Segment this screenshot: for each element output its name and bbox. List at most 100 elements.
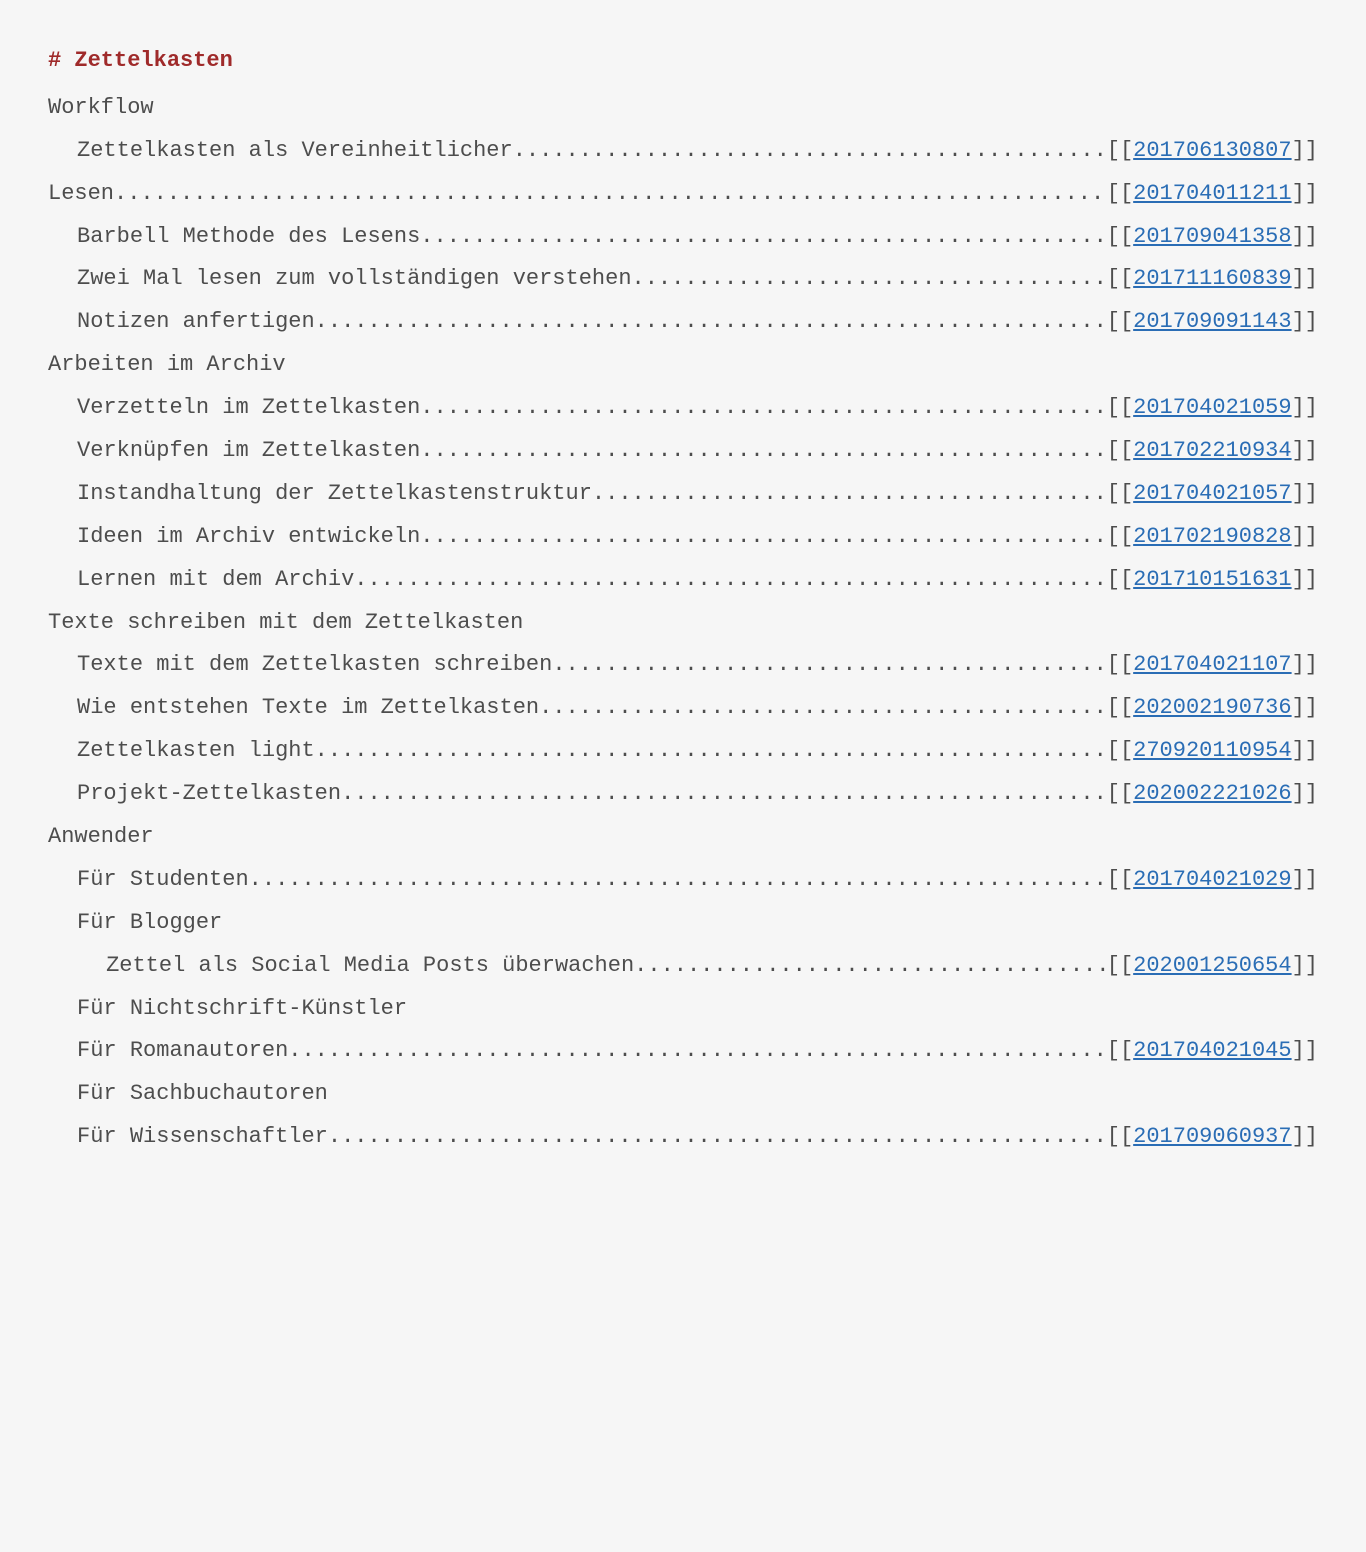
- wikilink: [[201704021107]]: [1107, 644, 1318, 687]
- wikilink-id[interactable]: 201702190828: [1133, 524, 1291, 549]
- outline-row: Workflow: [48, 87, 1318, 130]
- wikilink: [[201709091143]]: [1107, 301, 1318, 344]
- outline-row: Lernen mit dem Archiv[[201710151631]]: [48, 559, 1318, 602]
- outline-row: Anwender: [48, 816, 1318, 859]
- wikilink: [[201704021059]]: [1107, 387, 1318, 430]
- bracket-open: [[: [1107, 181, 1133, 206]
- bracket-close: ]]: [1292, 781, 1318, 806]
- bracket-open: [[: [1107, 695, 1133, 720]
- outline-label: Für Sachbuchautoren: [77, 1073, 328, 1116]
- wikilink-id[interactable]: 201709060937: [1133, 1124, 1291, 1149]
- outline-label: Zettelkasten light: [77, 730, 315, 773]
- outline-row: Wie entstehen Texte im Zettelkasten[[202…: [48, 687, 1318, 730]
- outline-label: Barbell Methode des Lesens: [77, 216, 420, 259]
- outline-label: Für Wissenschaftler: [77, 1116, 328, 1159]
- outline-label: Zettel als Social Media Posts überwachen: [106, 945, 634, 988]
- wikilink: [[201702210934]]: [1107, 430, 1318, 473]
- bracket-close: ]]: [1292, 867, 1318, 892]
- bracket-close: ]]: [1292, 695, 1318, 720]
- outline-row: Zettel als Social Media Posts überwachen…: [48, 945, 1318, 988]
- wikilink: [[201704021045]]: [1107, 1030, 1318, 1073]
- bracket-close: ]]: [1292, 181, 1318, 206]
- dot-leader: [420, 216, 1106, 259]
- wikilink: [[270920110954]]: [1107, 730, 1318, 773]
- outline-row: Texte schreiben mit dem Zettelkasten: [48, 602, 1318, 645]
- wikilink: [[201702190828]]: [1107, 516, 1318, 559]
- wikilink-id[interactable]: 201709091143: [1133, 309, 1291, 334]
- wikilink-id[interactable]: 201711160839: [1133, 266, 1291, 291]
- outline-row: Für Sachbuchautoren: [48, 1073, 1318, 1116]
- outline-row: Lesen [[201704011211]]: [48, 173, 1318, 216]
- wikilink-id[interactable]: 202002221026: [1133, 781, 1291, 806]
- outline-row: Verknüpfen im Zettelkasten [[201702210934…: [48, 430, 1318, 473]
- bracket-open: [[: [1107, 738, 1133, 763]
- outline-label: Zwei Mal lesen zum vollständigen versteh…: [77, 258, 632, 301]
- outline-label: Notizen anfertigen: [77, 301, 315, 344]
- wikilink-id[interactable]: 201710151631: [1133, 567, 1291, 592]
- wikilink-id[interactable]: 201704021045: [1133, 1038, 1291, 1063]
- outline-label: Verzetteln im Zettelkasten: [77, 387, 420, 430]
- outline-label: Workflow: [48, 87, 154, 130]
- bracket-close: ]]: [1292, 738, 1318, 763]
- outline-row: Für Blogger: [48, 902, 1318, 945]
- wikilink-id[interactable]: 201704021107: [1133, 652, 1291, 677]
- wikilink-id[interactable]: 202002190736: [1133, 695, 1291, 720]
- dot-leader: [328, 1116, 1107, 1159]
- outline-row: Für Wissenschaftler [[201709060937]]: [48, 1116, 1318, 1159]
- dot-leader: [420, 430, 1106, 473]
- wikilink: [[201704021057]]: [1107, 473, 1318, 516]
- outline-row: Notizen anfertigen [[201709091143]]: [48, 301, 1318, 344]
- outline-row: Arbeiten im Archiv: [48, 344, 1318, 387]
- dot-leader: [288, 1030, 1106, 1073]
- outline-row: Für Nichtschrift-Künstler: [48, 988, 1318, 1031]
- bracket-open: [[: [1107, 781, 1133, 806]
- wikilink-id[interactable]: 201704011211: [1133, 181, 1291, 206]
- dot-leader: [592, 473, 1107, 516]
- outline-row: Zettelkasten light [[270920110954]]: [48, 730, 1318, 773]
- wikilink-id[interactable]: 201704021057: [1133, 481, 1291, 506]
- bracket-open: [[: [1107, 438, 1133, 463]
- wikilink-id[interactable]: 201702210934: [1133, 438, 1291, 463]
- bracket-close: ]]: [1292, 953, 1318, 978]
- outline-label: Für Romanautoren: [77, 1030, 288, 1073]
- outline-list: WorkflowZettelkasten als Vereinheitliche…: [48, 87, 1318, 1159]
- dot-leader: [513, 130, 1107, 173]
- outline-label: Texte schreiben mit dem Zettelkasten: [48, 602, 523, 645]
- wikilink-id[interactable]: 201709041358: [1133, 224, 1291, 249]
- bracket-open: [[: [1107, 224, 1133, 249]
- bracket-close: ]]: [1292, 438, 1318, 463]
- wikilink-id[interactable]: 201704021059: [1133, 395, 1291, 420]
- wikilink: [[202002221026]]: [1107, 773, 1318, 816]
- dot-leader: [315, 301, 1107, 344]
- wikilink-id[interactable]: 270920110954: [1133, 738, 1291, 763]
- bracket-open: [[: [1107, 266, 1133, 291]
- outline-label: Verknüpfen im Zettelkasten: [77, 430, 420, 473]
- wikilink: [[201704011211]]: [1107, 173, 1318, 216]
- outline-label: Ideen im Archiv entwickeln: [77, 516, 420, 559]
- dot-leader: [341, 773, 1107, 816]
- page-title: # Zettelkasten: [48, 40, 1318, 83]
- outline-row: Für Romanautoren [[201704021045]]: [48, 1030, 1318, 1073]
- outline-row: Texte mit dem Zettelkasten schreiben[[20…: [48, 644, 1318, 687]
- dot-leader: [249, 859, 1107, 902]
- wikilink: [[201710151631]]: [1107, 559, 1318, 602]
- bracket-close: ]]: [1292, 224, 1318, 249]
- wikilink-id[interactable]: 201704021029: [1133, 867, 1291, 892]
- bracket-open: [[: [1107, 1124, 1133, 1149]
- wikilink-id[interactable]: 201706130807: [1133, 138, 1291, 163]
- bracket-open: [[: [1107, 953, 1133, 978]
- dot-leader: [420, 516, 1106, 559]
- bracket-close: ]]: [1292, 652, 1318, 677]
- bracket-open: [[: [1107, 524, 1133, 549]
- outline-label: Lesen: [48, 173, 114, 216]
- wikilink: [[202002190736]]: [1107, 687, 1318, 730]
- bracket-open: [[: [1107, 1038, 1133, 1063]
- outline-row: Zwei Mal lesen zum vollständigen versteh…: [48, 258, 1318, 301]
- wikilink: [[201709060937]]: [1107, 1116, 1318, 1159]
- dot-leader: [354, 559, 1106, 602]
- bracket-close: ]]: [1292, 1038, 1318, 1063]
- wikilink-id[interactable]: 202001250654: [1133, 953, 1291, 978]
- wikilink: [[202001250654]]: [1107, 945, 1318, 988]
- outline-label: Für Studenten: [77, 859, 249, 902]
- dot-leader: [420, 387, 1106, 430]
